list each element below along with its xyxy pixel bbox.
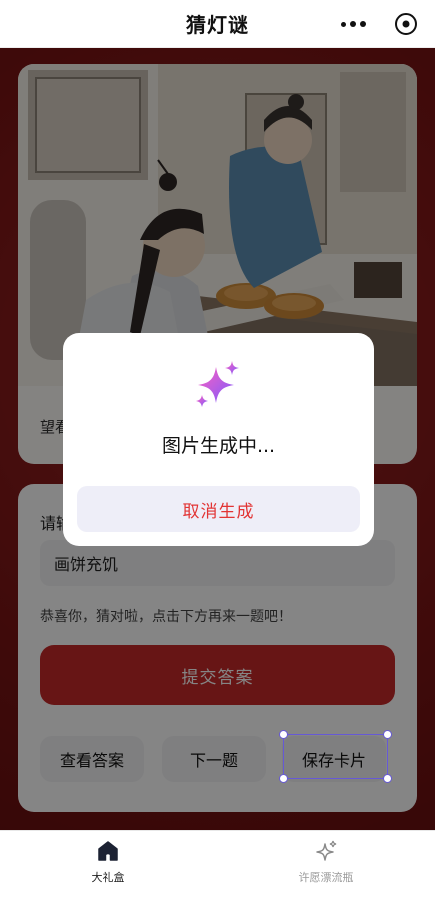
cancel-generation-button[interactable]: 取消生成 — [77, 486, 360, 532]
sparkle-outline-icon — [316, 840, 337, 861]
selection-handle — [383, 730, 392, 739]
tab-label: 许愿漂流瓶 — [298, 871, 354, 884]
selection-handle — [279, 730, 288, 739]
selection-highlight — [279, 730, 392, 783]
dialog-title: 图片生成中... — [161, 435, 276, 457]
tab-bar: 大礼盒 许愿漂流瓶 — [0, 830, 435, 899]
tab-label: 大礼盒 — [91, 871, 125, 884]
sparkle-icon — [196, 361, 239, 407]
selection-handle — [279, 774, 288, 783]
target-icon[interactable] — [395, 13, 417, 35]
selection-handle — [383, 774, 392, 783]
page-title: 猜灯谜 — [186, 13, 249, 37]
generating-dialog: 图片生成中... 取消生成 — [63, 333, 374, 546]
nav-bar: 猜灯谜 — [0, 0, 435, 48]
tab-wish-bottle[interactable]: 许愿漂流瓶 — [266, 831, 386, 899]
more-dots-icon[interactable] — [341, 21, 366, 27]
menu-capsule — [325, 8, 421, 40]
tab-gift-box[interactable]: 大礼盒 — [48, 831, 168, 899]
home-icon — [98, 841, 118, 861]
